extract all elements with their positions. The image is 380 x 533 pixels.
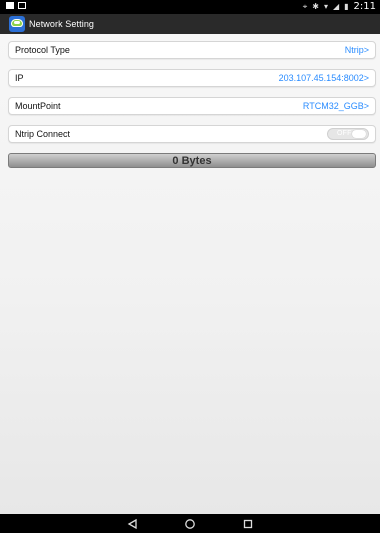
protocol-type-row[interactable]: Protocol Type Ntrip> (8, 41, 376, 59)
mountpoint-label: MountPoint (15, 101, 61, 111)
ip-value: 203.107.45.154:8002> (278, 73, 369, 83)
chevron-right-icon: > (363, 101, 369, 111)
ntrip-connect-label: Ntrip Connect (15, 129, 71, 139)
status-bar-left (6, 2, 26, 9)
chevron-right-icon: > (363, 73, 369, 83)
back-button[interactable] (123, 517, 141, 531)
app-title: Network Setting (29, 19, 95, 29)
back-icon (127, 518, 137, 529)
mountpoint-row[interactable]: MountPoint RTCM32_GGB> (8, 97, 376, 115)
app-logo-icon (9, 16, 25, 32)
notification-icon (6, 2, 14, 9)
home-button[interactable] (181, 517, 199, 531)
bluetooth-icon: ✱ (312, 2, 319, 11)
settings-content: Protocol Type Ntrip> IP 203.107.45.154:8… (0, 34, 380, 514)
location-icon: ⌖ (302, 1, 308, 11)
app-bar: Network Setting (0, 14, 380, 34)
ip-row[interactable]: IP 203.107.45.154:8002> (8, 69, 376, 87)
protocol-type-label: Protocol Type (15, 45, 70, 55)
status-time: 2:11 (353, 1, 376, 12)
home-icon (185, 518, 195, 529)
navigation-bar (0, 514, 380, 533)
ntrip-connect-toggle[interactable]: OFF (327, 128, 369, 140)
toggle-knob (352, 130, 366, 138)
signal-icon: ◢ (332, 2, 340, 11)
protocol-type-value: Ntrip> (344, 45, 369, 55)
wifi-icon: ▾ (323, 2, 328, 11)
battery-icon: ▮ (344, 2, 349, 11)
mountpoint-value: RTCM32_GGB> (302, 101, 369, 111)
ntrip-connect-row: Ntrip Connect OFF (8, 125, 376, 143)
status-bar: ⌖ ✱ ▾ ◢ ▮ 2:11 (0, 0, 380, 14)
chevron-right-icon: > (363, 45, 369, 55)
status-bar-right: ⌖ ✱ ▾ ◢ ▮ 2:11 (303, 1, 376, 12)
ip-label: IP (15, 73, 24, 83)
recent-apps-button[interactable] (239, 517, 257, 531)
recent-apps-icon (243, 519, 253, 528)
notification-icon (18, 2, 26, 9)
bytes-counter: 0 Bytes (8, 153, 376, 168)
toggle-state-label: OFF (337, 130, 352, 137)
